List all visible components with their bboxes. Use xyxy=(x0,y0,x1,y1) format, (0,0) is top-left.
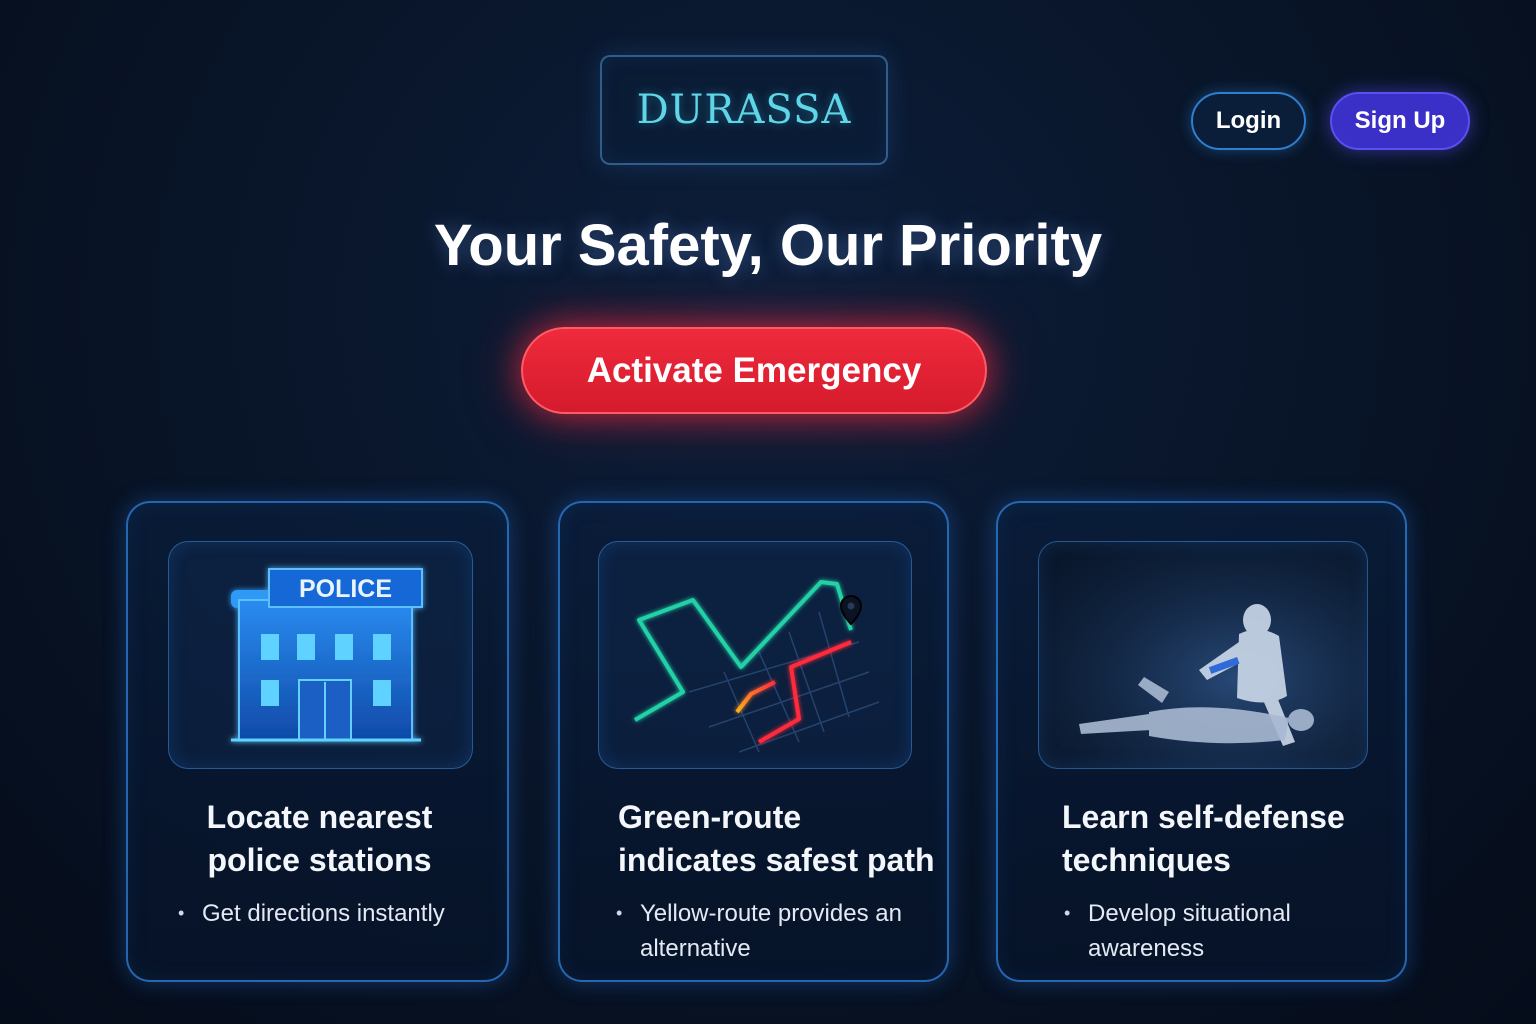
card-title-line: techniques xyxy=(1062,842,1231,878)
card-bullets: Get directions instantly xyxy=(178,896,498,931)
signup-button[interactable]: Sign Up xyxy=(1330,92,1470,150)
bullet-item: Yellow-route provides an alternative xyxy=(616,896,936,966)
page-headline: Your Safety, Our Priority xyxy=(433,213,1103,278)
landing-page: DURASSA Login Sign Up Your Safety, Our P… xyxy=(0,0,1536,1024)
route-map-icon xyxy=(598,541,912,769)
map-pin xyxy=(839,594,863,626)
bullet-item: Get directions instantly xyxy=(178,896,498,931)
card-title-line: Green-route xyxy=(618,799,802,835)
card-title-line: police stations xyxy=(207,842,432,878)
card-title-line: indicates safest path xyxy=(618,842,935,878)
feature-card-routes[interactable]: Green-route indicates safest path Yellow… xyxy=(558,501,949,982)
card-bullets: Develop situational awareness xyxy=(1064,896,1384,966)
feature-card-police[interactable]: POLICE Locate nearest police stations Ge… xyxy=(126,501,509,982)
police-station-icon: POLICE xyxy=(168,541,473,769)
card-title: Locate nearest police stations xyxy=(128,796,511,882)
feature-card-self-defense[interactable]: Learn self-defense techniques Develop si… xyxy=(996,501,1407,982)
login-button[interactable]: Login xyxy=(1191,92,1306,150)
card-title: Green-route indicates safest path xyxy=(618,796,948,882)
card-title-line: Learn self-defense xyxy=(1062,799,1345,835)
card-title-line: Locate nearest xyxy=(206,799,433,835)
activate-emergency-button[interactable]: Activate Emergency xyxy=(521,327,987,414)
card-bullets: Yellow-route provides an alternative xyxy=(616,896,936,966)
card-title: Learn self-defense techniques xyxy=(1062,796,1382,882)
police-sign-label: POLICE xyxy=(298,575,393,603)
logo-text: DURASSA xyxy=(636,87,852,133)
bullet-item: Develop situational awareness xyxy=(1064,896,1384,966)
brand-logo[interactable]: DURASSA xyxy=(600,55,888,165)
self-defense-photo xyxy=(1038,541,1368,769)
